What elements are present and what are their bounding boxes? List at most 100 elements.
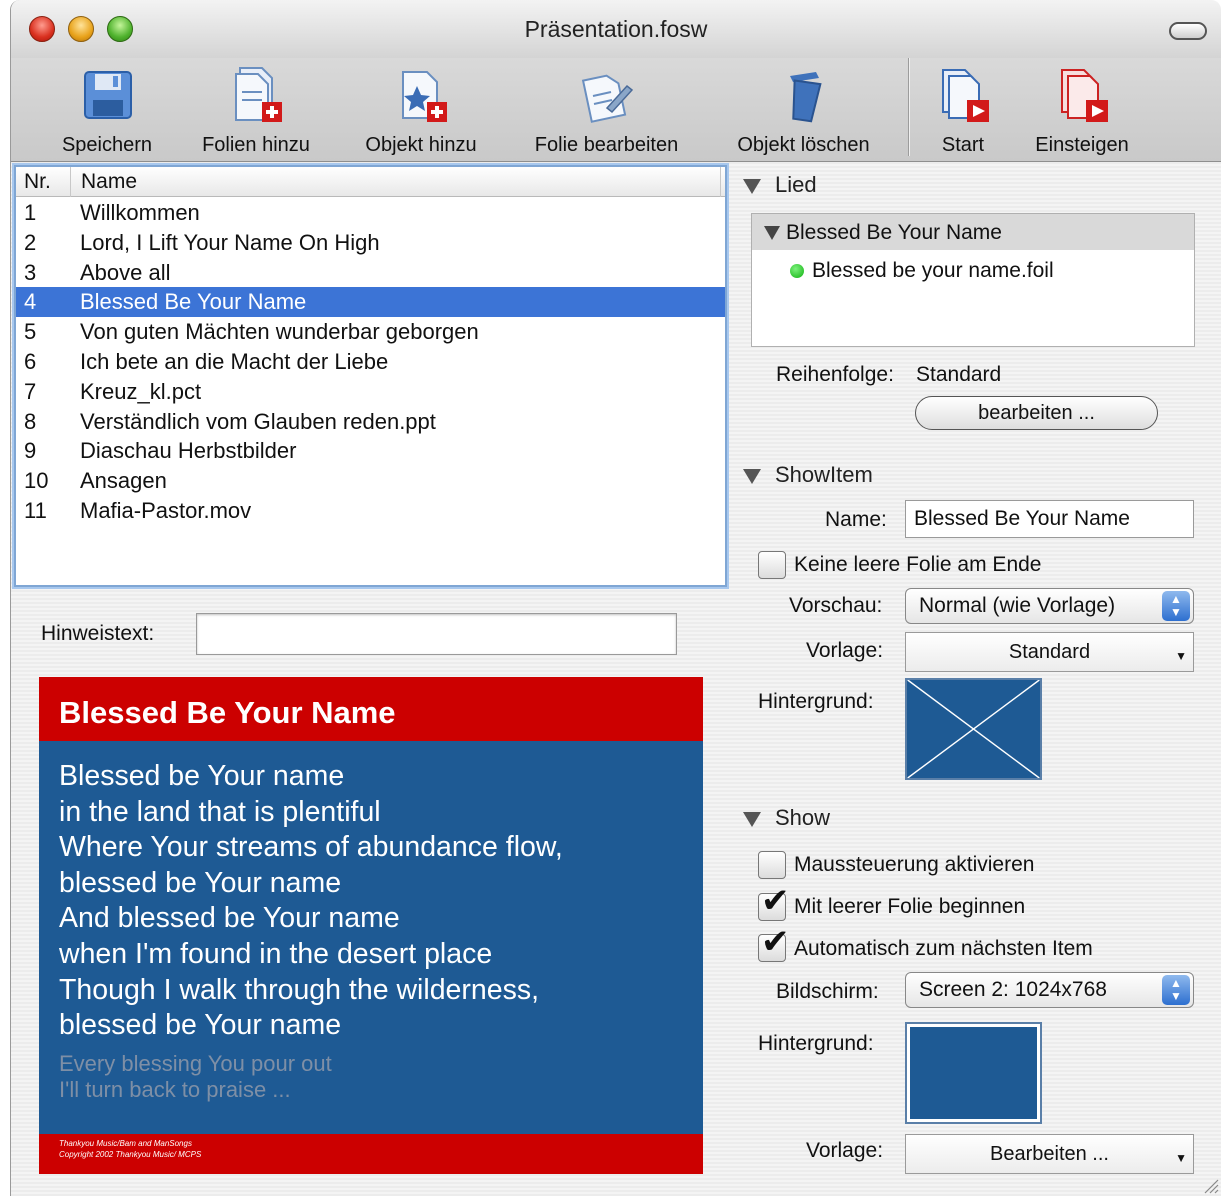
window-title: Präsentation.fosw (524, 16, 708, 42)
checkmark-icon: ✔ (761, 923, 790, 961)
screen-label: Bildschirm: (776, 980, 879, 1003)
name-label: Name: (825, 508, 887, 531)
lied-section-label: Lied (775, 172, 817, 197)
list-row[interactable]: 5 Von guten Mächten wunderbar geborgen (16, 317, 725, 347)
preview-copyright: Thankyou Music/Bam and ManSongs Copyrigh… (39, 1134, 703, 1174)
preview-next-line: Every blessing You pour out (59, 1051, 332, 1076)
row-name: Diaschau Herbstbilder (80, 438, 297, 464)
lied-tree[interactable]: Blessed Be Your Name Blessed be your nam… (751, 213, 1195, 347)
preview-title: Blessed Be Your Name (39, 677, 703, 741)
lied-tree-item-label: Blessed be your name.foil (812, 259, 1054, 282)
list-row[interactable]: 1 Willkommen (16, 198, 725, 228)
floppy-disk-icon (84, 71, 132, 119)
disclosure-triangle-icon (743, 468, 761, 484)
add-slides-icon (235, 67, 282, 122)
preview-next-lines: Every blessing You pour out I'll turn ba… (59, 1051, 332, 1103)
list-row[interactable]: 2 Lord, I Lift Your Name On High (16, 228, 725, 258)
edit-order-button[interactable]: bearbeiten ... (915, 396, 1158, 430)
show-template-label: Vorlage: (806, 1139, 884, 1162)
toolbar: Speichern Folien hinzu Objekt hinzu Foli… (11, 58, 1221, 162)
lied-tree-head[interactable]: Blessed Be Your Name (752, 214, 1194, 250)
row-number: 7 (24, 378, 37, 404)
resize-grip-icon[interactable] (1201, 1176, 1219, 1194)
show-template-value: Bearbeiten ... (990, 1143, 1109, 1165)
name-field[interactable]: Blessed Be Your Name (905, 500, 1194, 538)
lied-tree-item[interactable]: Blessed be your name.foil (790, 259, 1054, 283)
row-name: Blessed Be Your Name (80, 289, 307, 315)
list-row[interactable]: 9 Diaschau Herbstbilder (16, 436, 725, 466)
screen-value: Screen 2: 1024x768 (919, 978, 1107, 1001)
preview-mode-label: Vorschau: (789, 594, 883, 617)
row-number: 9 (24, 438, 37, 464)
order-value: Standard (916, 363, 1002, 386)
show-template-select[interactable]: Bearbeiten ... ▼ (905, 1134, 1194, 1174)
list-row[interactable]: 8 Verständlich vom Glauben reden.ppt (16, 407, 725, 437)
row-name: Above all (80, 259, 171, 285)
auto-next-checkbox[interactable]: ✔ (758, 925, 790, 962)
auto-next-label: Automatisch zum nächsten Item (794, 937, 1093, 960)
trash-icon (789, 72, 822, 123)
template-select[interactable]: Standard ▼ (905, 632, 1194, 672)
delete-object-label: Objekt löschen (737, 134, 870, 156)
list-row[interactable]: 10 Ansagen (16, 466, 725, 496)
showitem-background-well[interactable] (905, 678, 1042, 780)
show-section-label: Show (775, 805, 831, 830)
list-row[interactable]: 4 Blessed Be Your Name (16, 287, 725, 318)
no-empty-slide-label: Keine leere Folie am Ende (794, 553, 1042, 576)
add-slides-label: Folien hinzu (202, 134, 310, 156)
column-header-nr[interactable]: Nr. (24, 170, 51, 194)
list-row[interactable]: 11 Mafia-Pastor.mov (16, 496, 725, 526)
start-show-icon (942, 69, 989, 122)
row-number: 10 (24, 468, 49, 494)
row-name: Ich bete an die Macht der Liebe (80, 348, 389, 374)
list-header: Nr. Name (16, 167, 725, 197)
no-empty-slide-checkbox[interactable] (758, 551, 786, 579)
preview-line: blessed be Your name (59, 1009, 342, 1042)
row-number: 2 (24, 229, 37, 255)
preview-lyrics: Blessed be Your name in the land that is… (59, 759, 563, 1044)
list-rows: 1 Willkommen 2 Lord, I Lift Your Name On Hi… (16, 198, 725, 526)
lied-section-toggle[interactable]: Lied (743, 172, 817, 198)
list-row[interactable]: 6 Ich bete an die Macht der Liebe (16, 347, 725, 377)
disclosure-triangle-icon (764, 226, 780, 241)
mouse-control-checkbox[interactable] (758, 851, 786, 879)
preview-line: in the land that is plentiful (59, 795, 381, 828)
presentation-list[interactable]: Nr. Name 1 Willkommen 2 Lord, I Lift Your N… (14, 165, 727, 587)
start-empty-label: Mit leerer Folie beginnen (794, 895, 1026, 918)
preview-mode-select[interactable]: Normal (wie Vorlage) ▲ ▼ (905, 588, 1194, 624)
disclosure-triangle-icon (743, 811, 761, 827)
showitem-section-toggle[interactable]: ShowItem (743, 462, 873, 488)
show-section-toggle[interactable]: Show (743, 805, 830, 831)
popup-arrows-icon: ▲ ▼ (1162, 591, 1190, 621)
column-header-divider (720, 167, 721, 197)
column-header-name[interactable]: Name (70, 167, 725, 197)
start-empty-checkbox[interactable]: ✔ (758, 884, 790, 921)
screen-select[interactable]: Screen 2: 1024x768 ▲ ▼ (905, 972, 1194, 1008)
list-row[interactable]: 7 Kreuz_kl.pct (16, 377, 725, 407)
hint-label: Hinweistext: (41, 622, 155, 645)
hint-input[interactable] (196, 613, 677, 655)
preview-line: blessed be Your name (59, 866, 342, 899)
showitem-background-label: Hintergrund: (758, 690, 874, 713)
row-number: 5 (24, 319, 37, 345)
toolbar-toggle-button[interactable] (1169, 22, 1207, 40)
edit-slide-icon (581, 74, 633, 123)
toolbar-separator (908, 58, 910, 156)
row-number: 6 (24, 348, 37, 374)
title-bar: Präsentation.fosw (11, 0, 1221, 58)
show-background-well[interactable] (905, 1022, 1042, 1124)
row-number: 11 (24, 497, 47, 523)
checkmark-icon: ✔ (761, 882, 790, 920)
preview-copyright-line: Copyright 2002 Thankyou Music/ MCPS (59, 1150, 202, 1159)
join-label: Einsteigen (1035, 134, 1129, 156)
row-name: Ansagen (80, 468, 167, 494)
app-window: Präsentation.fosw Speichern Folien hinzu (10, 0, 1221, 1196)
template-label: Vorlage: (806, 639, 884, 662)
row-number: 3 (24, 259, 37, 285)
lied-tree-head-label: Blessed Be Your Name (786, 221, 1002, 244)
list-row[interactable]: 3 Above all (16, 258, 725, 288)
showitem-section-label: ShowItem (775, 462, 873, 487)
preview-line: when I'm found in the desert place (59, 937, 493, 970)
row-number: 4 (24, 289, 37, 315)
row-name: Von guten Mächten wunderbar geborgen (80, 319, 479, 345)
